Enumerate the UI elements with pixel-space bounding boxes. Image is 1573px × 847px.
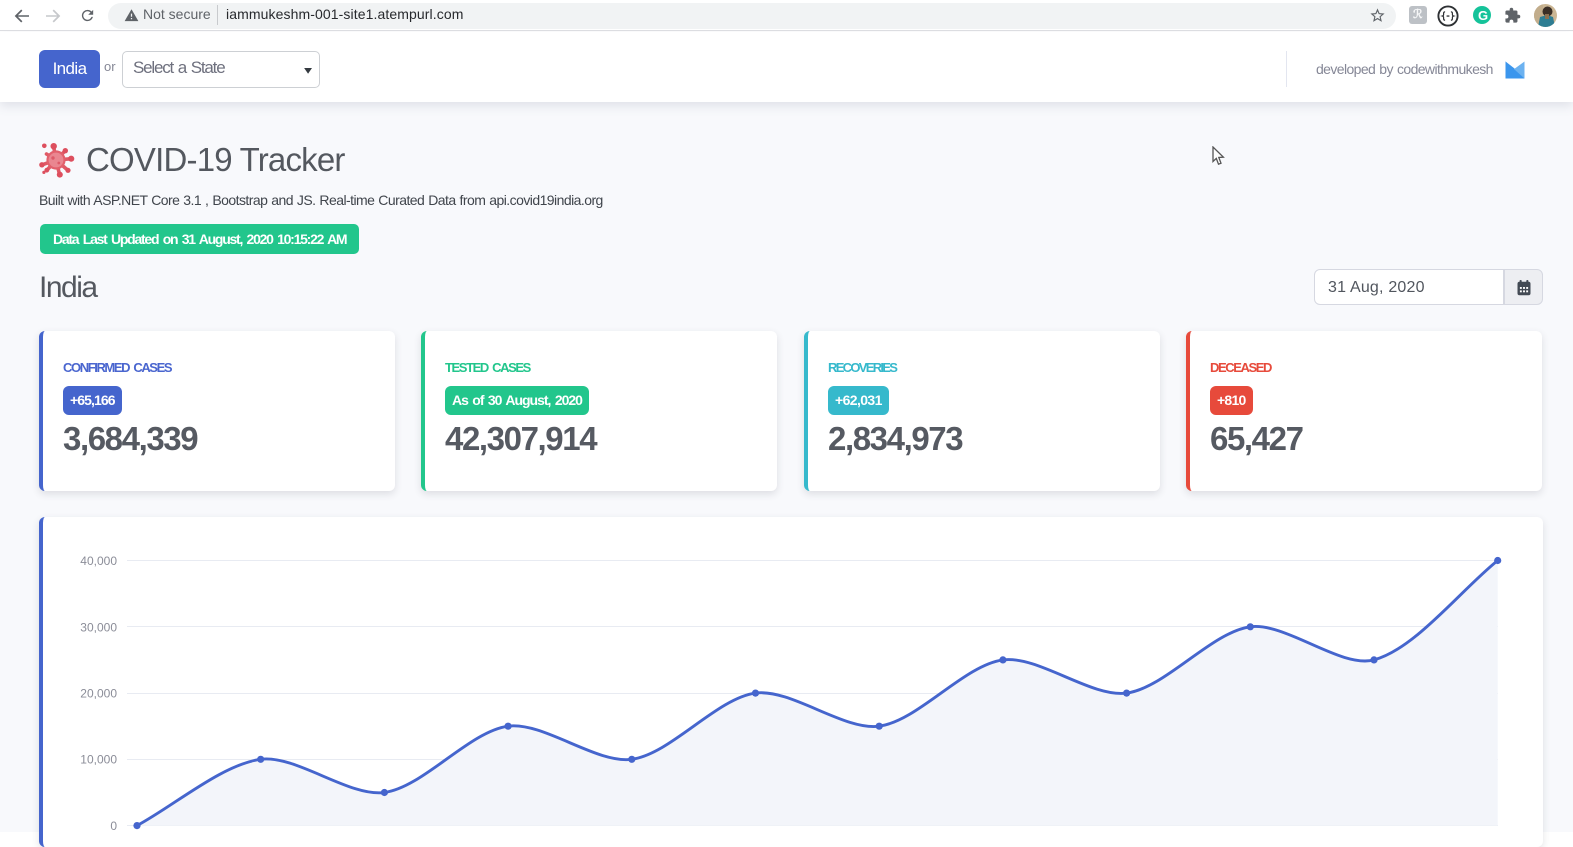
svg-text:20,000: 20,000 — [80, 687, 117, 701]
svg-text:40,000: 40,000 — [80, 554, 117, 568]
svg-text:0: 0 — [110, 819, 117, 832]
svg-text:30,000: 30,000 — [80, 620, 117, 634]
svg-text:10,000: 10,000 — [80, 752, 117, 766]
